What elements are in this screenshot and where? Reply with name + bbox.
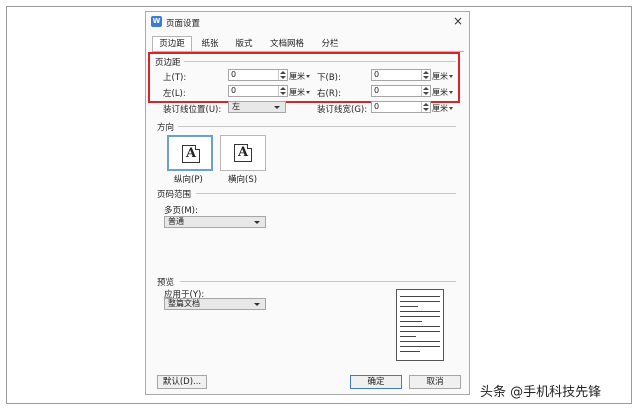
multi-page-label: 多页(M):: [164, 206, 198, 216]
wps-writer-icon: W: [151, 16, 162, 27]
landscape-label: 横向(S): [228, 175, 258, 185]
portrait-option[interactable]: A: [167, 135, 213, 171]
tab-margins[interactable]: 页边距: [152, 36, 192, 51]
orientation-section-label: 方向: [157, 121, 175, 133]
margins-highlight-box: [148, 52, 460, 103]
landscape-page-icon: A: [234, 144, 252, 162]
tab-columns[interactable]: 分栏: [316, 37, 344, 51]
default-button[interactable]: 默认(D)...: [157, 375, 207, 389]
spinner-arrows-icon[interactable]: [421, 102, 430, 112]
watermark-text: 头条 @手机科技先锋: [480, 385, 602, 400]
page-range-divider: [196, 193, 456, 194]
landscape-option[interactable]: A: [220, 135, 266, 171]
multi-page-select[interactable]: 普通: [164, 216, 266, 228]
close-icon[interactable]: ×: [453, 15, 463, 27]
page-range-section-label: 页码范围: [157, 188, 192, 200]
dialog-title: 页面设置: [166, 19, 201, 29]
ok-button[interactable]: 确定: [350, 375, 402, 389]
gutter-width-unit-select[interactable]: 厘米: [432, 103, 453, 114]
portrait-label: 纵向(P): [174, 175, 203, 185]
chevron-down-icon: [254, 303, 260, 306]
orientation-divider: [178, 126, 456, 127]
preview-section-label: 预览: [157, 276, 175, 288]
preview-divider: [180, 281, 456, 282]
gutter-position-label: 装订线位置(U):: [163, 105, 222, 115]
cancel-button[interactable]: 取消: [409, 375, 461, 389]
gutter-width-spinner[interactable]: 0: [371, 101, 431, 113]
tab-doc-grid[interactable]: 文档网格: [264, 37, 310, 51]
tab-layout[interactable]: 版式: [230, 37, 258, 51]
gutter-width-label: 装订线宽(G):: [317, 105, 368, 115]
title-bar: W 页面设置 ×: [146, 12, 469, 32]
portrait-page-icon: A: [182, 145, 200, 163]
apply-to-select[interactable]: 整篇文档: [164, 298, 266, 310]
chevron-down-icon: [254, 221, 260, 224]
tab-paper[interactable]: 纸张: [196, 37, 224, 51]
chevron-down-icon: [274, 106, 280, 109]
gutter-position-select[interactable]: 左: [228, 101, 286, 113]
page-preview-thumbnail: [396, 289, 444, 361]
